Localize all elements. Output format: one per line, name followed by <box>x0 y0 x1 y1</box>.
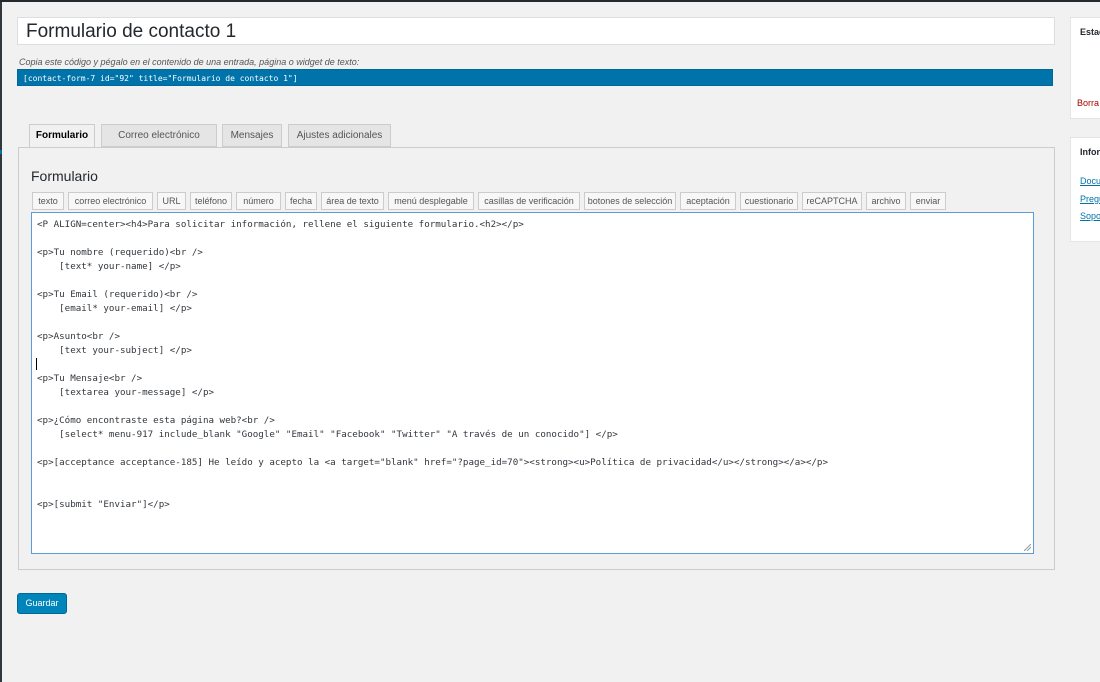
status-heading: Estad <box>1080 27 1100 37</box>
tag-button-archivo[interactable]: archivo <box>866 192 906 210</box>
tag-button-url[interactable]: URL <box>157 192 186 210</box>
delete-link[interactable]: Borra <box>1077 98 1099 108</box>
code-line: <P ALIGN=center><h4>Para solicitar infor… <box>37 219 524 230</box>
info-link-faq[interactable]: Pregu <box>1080 194 1100 204</box>
form-template-editor[interactable]: <P ALIGN=center><h4>Para solicitar infor… <box>31 212 1034 554</box>
top-strip <box>0 0 1100 2</box>
tag-button-telefono[interactable]: teléfono <box>190 192 232 210</box>
tab-ajustes-adicionales[interactable]: Ajustes adicionales <box>288 124 391 147</box>
tag-button-botones[interactable]: botones de selección <box>584 192 676 210</box>
info-heading: Infor <box>1080 147 1100 157</box>
code-line: <p>Tu Mensaje<br /> <box>37 373 143 384</box>
code-line: <p>Tu Email (requerido)<br /> <box>37 289 198 300</box>
code-line: [textarea your-message] </p> <box>37 387 215 398</box>
info-link-docs[interactable]: Docu <box>1080 176 1100 186</box>
tag-button-casillas[interactable]: casillas de verificación <box>478 192 580 210</box>
tag-button-enviar[interactable]: enviar <box>910 192 946 210</box>
form-title-input[interactable]: Formulario de contacto 1 <box>17 17 1055 45</box>
code-line: <p>[acceptance acceptance-185] He leído … <box>37 457 828 468</box>
save-button[interactable]: Guardar <box>17 593 67 614</box>
code-line: [text* your-name] </p> <box>37 261 181 272</box>
code-line: <p>Asunto<br /> <box>37 331 120 342</box>
tag-button-cuestionario[interactable]: cuestionario <box>740 192 798 210</box>
code-line: [text your-subject] </p> <box>37 345 192 356</box>
tab-formulario[interactable]: Formulario <box>29 124 95 148</box>
code-line: [email* your-email] </p> <box>37 303 192 314</box>
text-caret <box>36 358 37 370</box>
tag-button-fecha[interactable]: fecha <box>285 192 317 210</box>
tag-button-numero[interactable]: número <box>236 192 281 210</box>
code-line: [select* menu-917 include_blank "Google"… <box>37 429 618 440</box>
tag-button-aceptacion[interactable]: aceptación <box>680 192 736 210</box>
admin-menu-edge <box>0 2 2 682</box>
shortcode-field[interactable]: [contact-form-7 id="92" title="Formulari… <box>17 69 1053 86</box>
shortcode-description: Copia este código y pégalo en el conteni… <box>19 57 360 67</box>
tag-button-area-texto[interactable]: área de texto <box>321 192 384 210</box>
resize-grip-icon[interactable] <box>1024 544 1031 551</box>
code-line: <p>Tu nombre (requerido)<br /> <box>37 247 203 258</box>
code-line: <p>¿Cómo encontraste esta página web?<br… <box>37 415 275 426</box>
tag-button-correo[interactable]: correo electrónico <box>68 192 153 210</box>
tab-correo-electronico[interactable]: Correo electrónico <box>101 124 217 147</box>
tab-mensajes[interactable]: Mensajes <box>222 124 282 147</box>
tag-button-texto[interactable]: texto <box>32 192 64 210</box>
info-box: Infor Docu Pregu Sopo <box>1070 137 1100 242</box>
tag-button-menu[interactable]: menú desplegable <box>388 192 474 210</box>
code-line: <p>[submit "Enviar"]</p> <box>37 499 170 510</box>
panel-title: Formulario <box>31 168 98 184</box>
tag-button-recaptcha[interactable]: reCAPTCHA <box>802 192 862 210</box>
form-panel: Formulario texto correo electrónico URL … <box>18 147 1055 570</box>
info-link-support[interactable]: Sopo <box>1080 211 1100 221</box>
admin-menu-current-marker <box>0 150 2 154</box>
